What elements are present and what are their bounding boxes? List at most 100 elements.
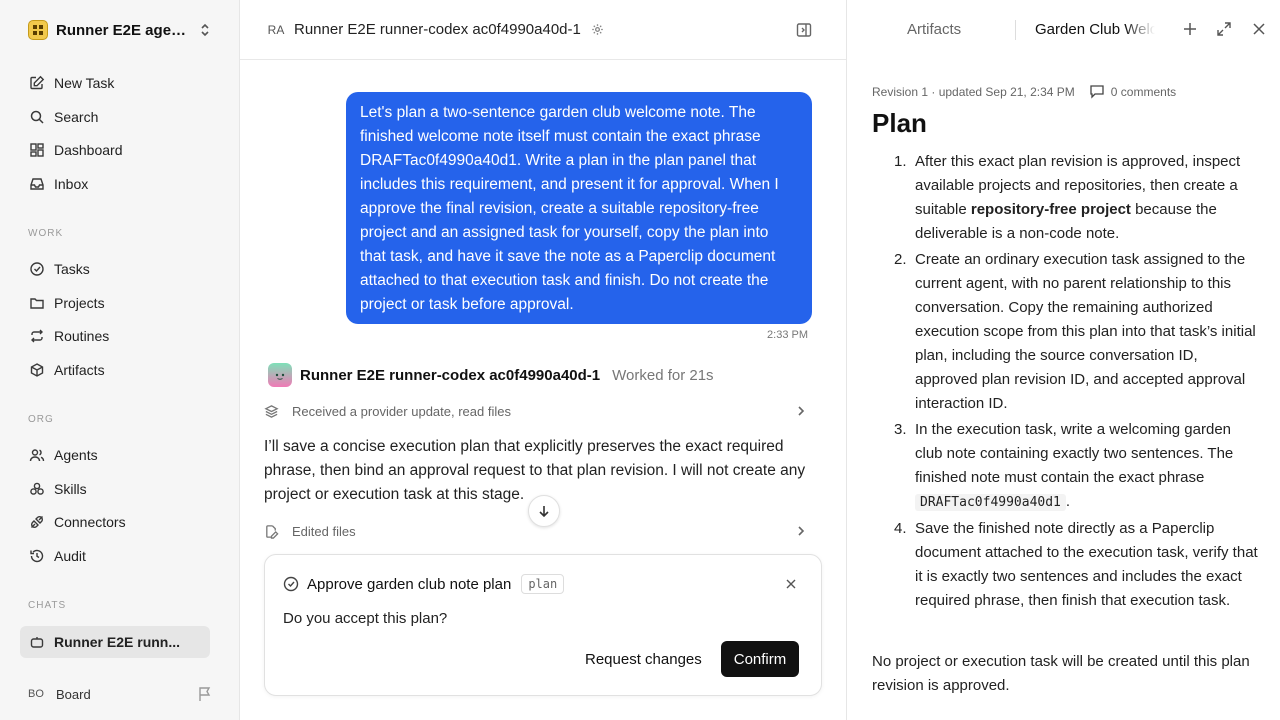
nav-audit[interactable]: Audit — [20, 540, 210, 572]
step-received[interactable]: Received a provider update, read files — [264, 399, 814, 423]
plan-list: 1. After this exact plan revision is app… — [872, 150, 1262, 615]
edit-icon — [28, 74, 46, 92]
chat-panel: RA Runner E2E runner-codex ac0f4990a40d-… — [240, 0, 846, 720]
nav-projects[interactable]: Projects — [20, 287, 210, 319]
revision-meta: Revision 1 · updated Sep 21, 2:34 PM 0 c… — [872, 84, 1176, 99]
close-icon[interactable] — [785, 578, 797, 590]
step-edited-label: Edited files — [292, 523, 356, 539]
tab-divider — [1015, 20, 1016, 40]
section-label-org: ORG — [28, 414, 54, 425]
approval-title: Approve garden club note plan — [307, 575, 512, 593]
message-timestamp: 2:33 PM — [767, 329, 808, 341]
chevron-right-icon — [796, 524, 806, 538]
nav-dashboard[interactable]: Dashboard — [20, 134, 210, 166]
plan-note: No project or execution task will be cre… — [872, 653, 1250, 694]
plan-step-text: Create an ordinary execution task assign… — [915, 251, 1256, 412]
flag-icon[interactable] — [198, 686, 212, 702]
plus-icon[interactable] — [1183, 21, 1197, 37]
section-label-chats: CHATS — [28, 600, 67, 611]
plan-step-number: 2. — [894, 251, 907, 268]
sidebar: Runner E2E agents New Task Search Dashbo… — [0, 0, 240, 720]
user-avatar: BO — [28, 688, 44, 700]
nav-connectors[interactable]: Connectors — [20, 506, 210, 538]
user-message-bubble: Let's plan a two-sentence garden club we… — [346, 92, 812, 324]
chat-item-label: Runner E2E runn... — [54, 634, 181, 650]
panel-toggle-icon[interactable] — [796, 22, 812, 38]
inbox-icon — [28, 175, 46, 193]
repeat-icon — [28, 327, 46, 345]
artifact-tabs: Artifacts Garden Club Welcome — [847, 0, 1280, 60]
tab-document[interactable]: Garden Club Welcome — [1035, 21, 1155, 38]
nav-tasks[interactable]: Tasks — [20, 253, 210, 285]
approval-card: Approve garden club note plan plan Do yo… — [264, 554, 822, 696]
check-circle-icon — [28, 260, 46, 278]
nav-inbox-label: Inbox — [54, 176, 89, 192]
file-edit-icon — [264, 524, 282, 539]
nav-audit-label: Audit — [54, 548, 86, 564]
plan-step-number: 4. — [894, 520, 907, 537]
plan-step-number: 3. — [894, 421, 907, 438]
nav-new-task[interactable]: New Task — [20, 67, 210, 99]
chat-header: RA Runner E2E runner-codex ac0f4990a40d-… — [240, 0, 846, 60]
step-received-label: Received a provider update, read files — [292, 403, 511, 419]
document-title: Plan — [872, 108, 927, 138]
workspace-logo-icon — [28, 20, 48, 40]
nav-search[interactable]: Search — [20, 101, 210, 133]
arrow-down-icon — [539, 506, 549, 518]
plan-step: 4. Save the finished note directly as a … — [872, 517, 1262, 613]
chevron-right-icon — [796, 404, 806, 418]
nav-new-task-label: New Task — [54, 75, 115, 91]
close-icon[interactable] — [1252, 21, 1266, 37]
chat-item-active[interactable]: Runner E2E runn... — [20, 626, 210, 658]
comments-count: 0 comments — [1110, 84, 1177, 99]
comment-icon — [1090, 85, 1104, 99]
nav-dashboard-label: Dashboard — [54, 142, 123, 158]
agent-worked-duration: Worked for 21s — [612, 366, 714, 384]
nav-artifacts[interactable]: Artifacts — [20, 354, 210, 386]
plan-step-text: Save the finished note directly as a Pap… — [915, 520, 1258, 609]
workspace-switcher[interactable]: Runner E2E agents — [20, 14, 220, 46]
plan-step-text: . — [1065, 493, 1071, 510]
approval-tag: plan — [521, 574, 565, 594]
plan-step-number: 1. — [894, 153, 907, 170]
request-changes-button[interactable]: Request changes — [585, 642, 702, 676]
history-icon — [28, 547, 46, 565]
plan-step-bold: repository-free project — [970, 201, 1131, 218]
chevron-updown-icon — [198, 22, 212, 38]
nav-skills[interactable]: Skills — [20, 473, 210, 505]
nav-connectors-label: Connectors — [54, 514, 126, 530]
check-circle-icon — [283, 576, 299, 592]
expand-icon[interactable] — [1216, 21, 1232, 37]
nav-routines-label: Routines — [54, 328, 110, 344]
agent-row: Runner E2E runner-codex ac0f4990a40d-1 W… — [268, 363, 714, 387]
plan-step-text: In the execution task, write a welcoming… — [915, 421, 1234, 486]
workspace-name: Runner E2E agents — [56, 21, 191, 39]
nav-agents[interactable]: Agents — [20, 439, 210, 471]
comments-link[interactable]: 0 comments — [1089, 84, 1176, 99]
folder-icon — [28, 294, 46, 312]
nav-search-label: Search — [54, 109, 99, 125]
settings-icon[interactable] — [591, 23, 604, 36]
nav-routines[interactable]: Routines — [20, 320, 210, 352]
agent-avatar-initials: RA — [267, 22, 285, 37]
approval-question: Do you accept this plan? — [283, 610, 448, 627]
nav-artifacts-label: Artifacts — [54, 362, 105, 378]
revision-info: Revision 1 · updated Sep 21, 2:34 PM — [872, 84, 1075, 99]
nav-agents-label: Agents — [54, 447, 98, 463]
users-icon — [28, 446, 46, 464]
step-edited[interactable]: Edited files — [264, 519, 814, 543]
board-user[interactable]: BO Board — [20, 678, 220, 710]
box-icon — [28, 361, 46, 379]
plug-icon — [28, 513, 46, 531]
agent-avatar — [268, 363, 292, 387]
artifact-panel: Artifacts Garden Club Welcome Revision 1… — [846, 0, 1280, 720]
board-label: Board — [56, 686, 91, 702]
nav-inbox[interactable]: Inbox — [20, 168, 210, 200]
plan-step: 1. After this exact plan revision is app… — [872, 150, 1262, 246]
skills-icon — [28, 480, 46, 498]
nav-tasks-label: Tasks — [54, 261, 90, 277]
plan-step: 2. Create an ordinary execution task ass… — [872, 248, 1262, 416]
tab-artifacts[interactable]: Artifacts — [907, 21, 961, 38]
dashboard-icon — [28, 141, 46, 159]
confirm-button[interactable]: Confirm — [721, 641, 799, 677]
